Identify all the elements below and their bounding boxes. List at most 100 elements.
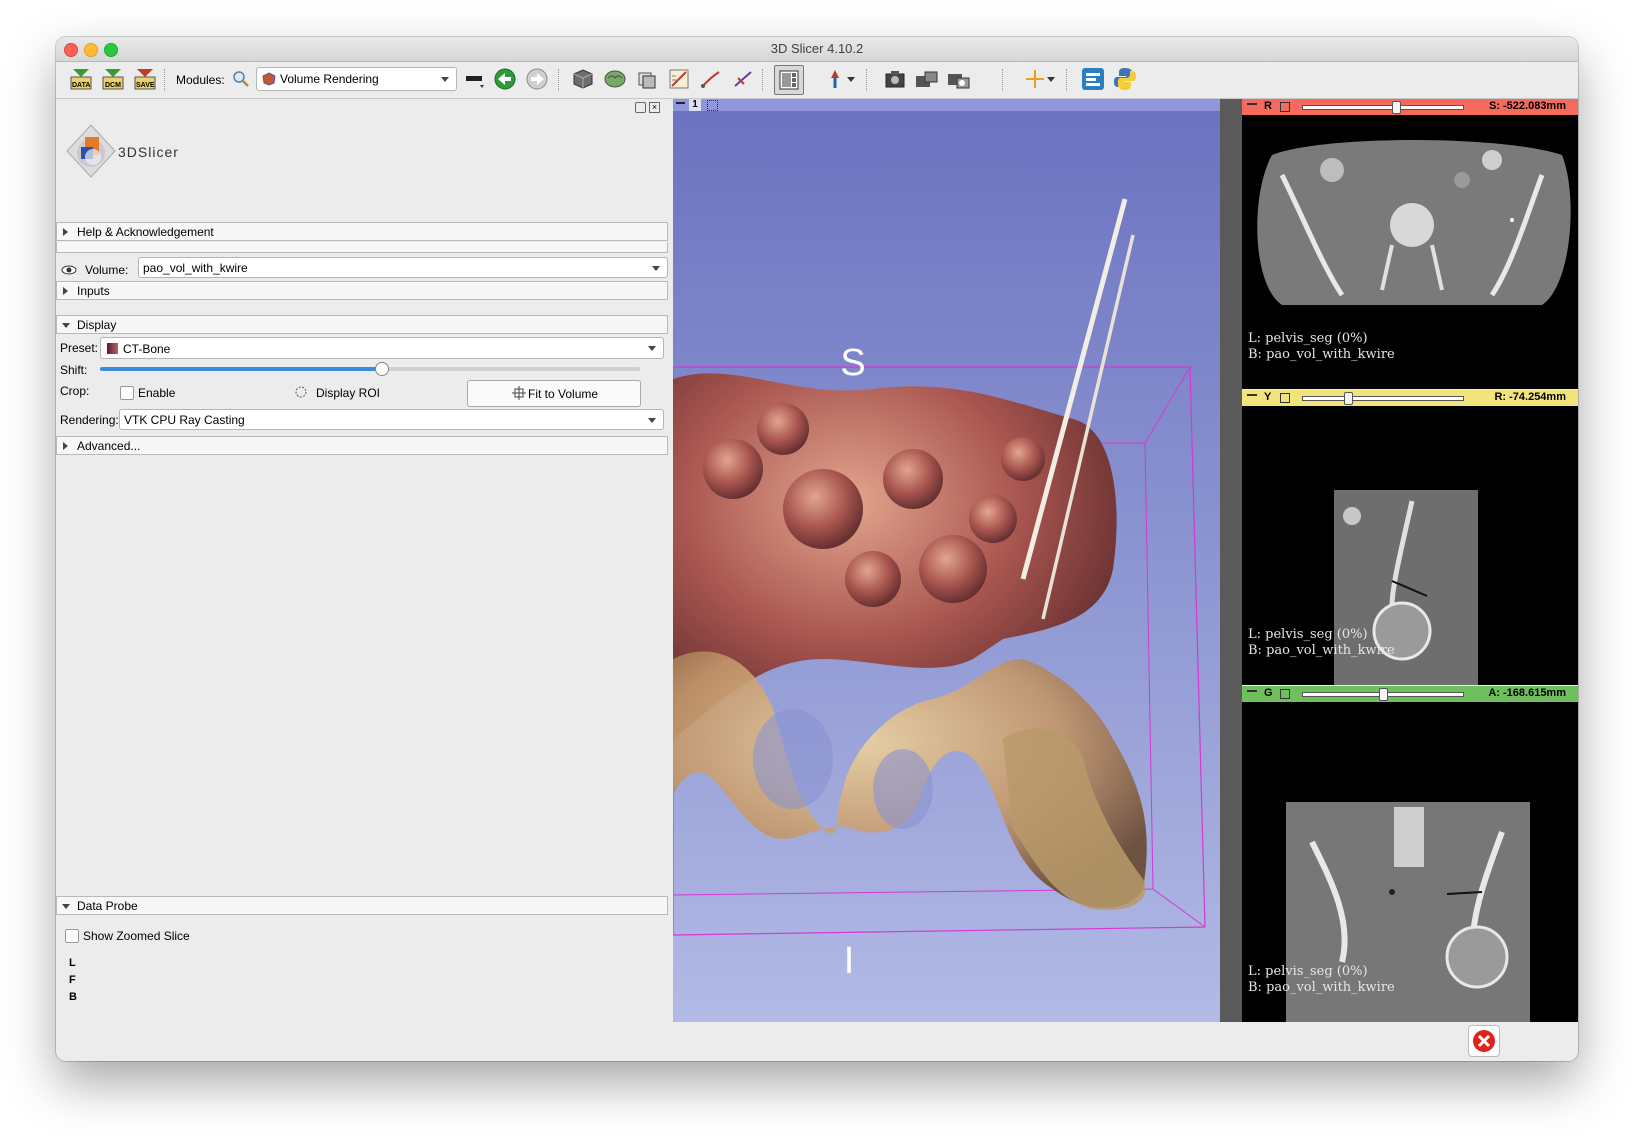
undock-icon[interactable] <box>635 102 646 113</box>
yellow-slice-annotation: L: pelvis_seg (0%) B: pao_vol_with_kwire <box>1248 627 1395 659</box>
error-log-button[interactable] <box>1468 1025 1500 1057</box>
main-toolbar: DATA DCM SAVE Modules: Volume Rendering <box>56 62 1578 99</box>
link-icon[interactable] <box>1280 393 1290 403</box>
visibility-eye-icon[interactable] <box>60 263 80 277</box>
orientation-label-inferior: I <box>844 940 855 982</box>
scene-view-button[interactable] <box>914 66 940 92</box>
crop-label: Crop: <box>60 384 90 398</box>
collapse-icon <box>62 904 70 909</box>
data-icon: DATA <box>70 69 92 90</box>
red-slice-offset-slider[interactable] <box>1302 105 1464 110</box>
back-button[interactable] <box>492 66 518 92</box>
module-search-button[interactable] <box>228 66 254 92</box>
crosshair-dropdown[interactable] <box>1044 66 1058 92</box>
svg-text:SAVE: SAVE <box>136 82 155 89</box>
green-slice-slider-handle[interactable] <box>1379 688 1388 701</box>
capture-button[interactable] <box>946 66 972 92</box>
python-console-button[interactable] <box>1112 66 1138 92</box>
fit-to-volume-icon <box>512 386 526 400</box>
transforms-icon <box>638 72 656 89</box>
data-probe-section-header[interactable]: Data Probe <box>56 896 668 915</box>
volume-selector[interactable]: pao_vol_with_kwire <box>138 257 668 278</box>
advanced-section-header[interactable]: Advanced... <box>56 436 668 455</box>
red-slice-background-layer: B: pao_vol_with_kwire <box>1248 347 1395 362</box>
display-roi-icon[interactable] <box>293 385 309 404</box>
load-data-button[interactable]: DATA <box>68 66 94 92</box>
expand-icon <box>63 228 68 236</box>
green-slice-background-layer: B: pao_vol_with_kwire <box>1248 980 1395 995</box>
advanced-section-label: Advanced... <box>77 439 141 453</box>
link-icon[interactable] <box>1280 689 1290 699</box>
chevron-down-icon <box>441 77 449 82</box>
red-slice-view[interactable]: R S: -522.083mm L: pelvis_seg (0%) B: pa… <box>1242 99 1578 389</box>
toolbar-separator <box>164 69 167 91</box>
fit-to-volume-label: Fit to Volume <box>528 387 599 401</box>
slicer-logo-icon <box>66 124 116 178</box>
red-slice-letter: R <box>1264 100 1272 112</box>
forward-button[interactable] <box>524 66 550 92</box>
markups-button[interactable] <box>698 66 724 92</box>
error-icon <box>1473 1030 1495 1052</box>
red-slice-offset-value: S: -522.083mm <box>1488 100 1566 112</box>
layout-button[interactable] <box>774 65 804 95</box>
shift-label: Shift: <box>60 363 88 377</box>
module-selector[interactable]: Volume Rendering <box>256 67 457 91</box>
inputs-section-header[interactable]: Inputs <box>56 281 668 300</box>
extension-manager-button[interactable] <box>1080 66 1106 92</box>
models-button[interactable] <box>602 66 628 92</box>
module-panel: × 3DSlicer Help & Acknowledgement Volume… <box>56 99 668 1061</box>
help-section-header[interactable]: Help & Acknowledgement <box>56 222 668 241</box>
display-section-header[interactable]: Display <box>56 315 668 334</box>
yellow-slice-view[interactable]: Y R: -74.254mm L: pelvis_seg (0%) B: pao… <box>1242 390 1578 685</box>
yellow-slice-slider-handle[interactable] <box>1343 392 1353 405</box>
enable-crop-checkbox[interactable] <box>120 386 134 400</box>
display-section-label: Display <box>77 318 117 332</box>
3d-view-button[interactable] <box>570 66 596 92</box>
show-zoomed-slice-label: Show Zoomed Slice <box>83 929 190 943</box>
green-slice-view[interactable]: G A: -168.615mm L: pelvis_seg (0%) B: pa… <box>1242 686 1578 1022</box>
title-bar: 3D Slicer 4.10.2 <box>56 37 1578 62</box>
screenshot-button[interactable] <box>882 66 908 92</box>
yellow-slice-label-layer: L: pelvis_seg (0%) <box>1248 627 1368 642</box>
data-probe-section-label: Data Probe <box>77 899 138 913</box>
dicom-icon: DCM <box>102 69 124 90</box>
close-panel-icon[interactable]: × <box>649 102 660 113</box>
app-window: 3D Slicer 4.10.2 DATA DCM SAVE Modules: … <box>56 37 1578 1061</box>
shift-slider-track[interactable] <box>100 362 640 376</box>
expand-icon <box>63 442 68 450</box>
transforms-button[interactable] <box>634 66 660 92</box>
inputs-section-label: Inputs <box>77 284 110 298</box>
show-zoomed-slice-checkbox[interactable] <box>65 929 79 943</box>
toolbar-separator <box>866 69 869 91</box>
rendering-selector-value: VTK CPU Ray Casting <box>124 413 245 427</box>
toolbar-separator <box>762 69 765 91</box>
segment-button[interactable] <box>730 66 756 92</box>
module-history-button[interactable] <box>462 66 488 92</box>
fit-to-volume-button[interactable]: Fit to Volume <box>467 380 641 407</box>
yellow-slice-offset-slider[interactable] <box>1302 396 1464 401</box>
red-slice-controller: R S: -522.083mm <box>1242 99 1578 115</box>
link-icon[interactable] <box>1280 102 1290 112</box>
python-icon <box>1114 68 1136 90</box>
rendering-selector[interactable]: VTK CPU Ray Casting <box>119 409 664 430</box>
3d-view[interactable]: 1 S I <box>673 99 1220 1061</box>
pin-icon[interactable] <box>1247 394 1257 402</box>
rendering-label: Rendering: <box>60 413 119 427</box>
pin-icon[interactable] <box>1247 690 1257 698</box>
extensions-icon <box>1082 68 1104 90</box>
load-dicom-button[interactable]: DCM <box>100 66 126 92</box>
green-slice-offset-value: A: -168.615mm <box>1488 687 1566 699</box>
chevron-down-icon <box>652 265 660 271</box>
crosshair-icon <box>1026 70 1044 88</box>
red-slice-slider-handle[interactable] <box>1391 101 1401 114</box>
pin-icon[interactable] <box>1247 103 1257 111</box>
enable-crop-label: Enable <box>138 386 176 400</box>
mouse-mode-dropdown[interactable] <box>844 66 858 92</box>
view-splitter[interactable] <box>1220 99 1242 1022</box>
save-button[interactable]: SAVE <box>132 66 158 92</box>
expand-icon <box>63 287 68 295</box>
shift-slider-handle[interactable] <box>374 362 389 376</box>
editor-button[interactable] <box>666 66 692 92</box>
preset-selector[interactable]: CT-Bone <box>100 337 664 359</box>
toolbar-separator <box>558 69 561 91</box>
